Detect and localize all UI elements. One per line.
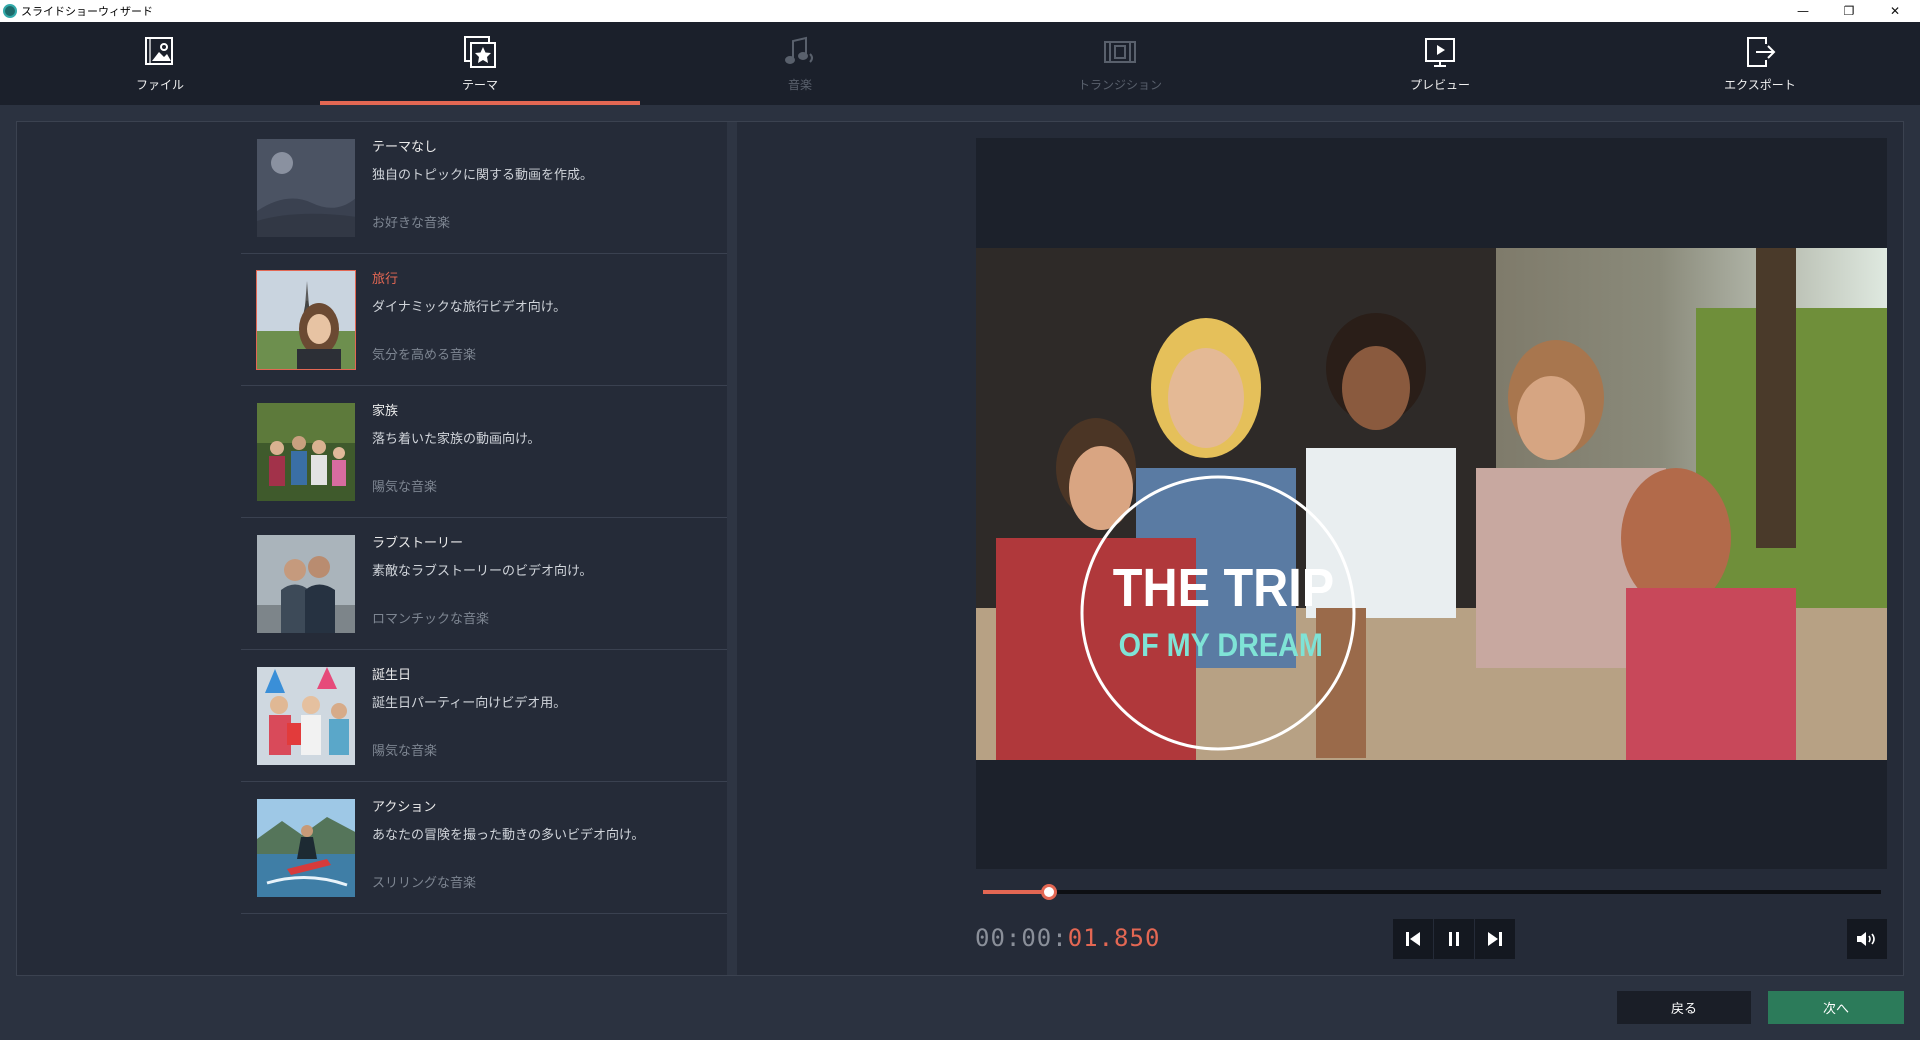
tab-export[interactable]: エクスポート [1600,22,1920,105]
tab-music[interactable]: 音楽 [640,22,960,105]
theme-thumbnail-birthday [256,666,356,766]
skip-back-button[interactable] [1393,919,1433,959]
theme-music: お好きな音楽 [372,216,451,231]
theme-title: 旅行 [372,272,399,287]
preview-title-line2: OF MY DREAM [1119,628,1323,664]
window-title: スライドショーウィザード [21,5,153,18]
theme-list: テーマなし 独自のトピックに関する動画を作成。 お好きな音楽 旅行 ダイナミック… [241,122,727,914]
theme-title: アクション [372,800,437,815]
tab-preview[interactable]: プレビュー [1280,22,1600,105]
theme-description: 落ち着いた家族の動画向け。 [372,432,541,447]
skip-forward-icon [1488,932,1502,946]
tab-file[interactable]: ファイル [0,22,320,105]
skip-back-icon [1406,932,1420,946]
theme-description: 独自のトピックに関する動画を作成。 [372,168,594,183]
app-logo-icon [3,4,17,18]
panel-divider [727,122,737,975]
theme-star-icon [460,32,500,72]
close-button[interactable]: ✕ [1872,0,1918,22]
music-note-icon [780,32,820,72]
theme-panel: テーマなし 独自のトピックに関する動画を作成。 お好きな音楽 旅行 ダイナミック… [17,122,727,975]
restore-button[interactable]: ❐ [1826,0,1872,22]
tab-preview-label: プレビュー [1409,78,1470,92]
progress-handle[interactable] [1041,884,1057,900]
pause-button[interactable] [1434,919,1474,959]
skip-forward-button[interactable] [1475,919,1515,959]
progress-fill [983,890,1049,894]
tab-file-label: ファイル [135,78,184,92]
wizard-step-nav: ファイル テーマ 音楽 トランジション プレビュー エクスポート [0,22,1920,105]
timecode-elapsed-prefix: 00:00: [975,924,1068,952]
minimize-button[interactable]: — [1780,0,1826,22]
tab-transition-label: トランジション [1077,78,1162,92]
theme-item-family[interactable]: 家族 落ち着いた家族の動画向け。 陽気な音楽 [241,386,727,518]
theme-item-none[interactable]: テーマなし 独自のトピックに関する動画を作成。 お好きな音楽 [241,122,727,254]
theme-description: 誕生日パーティー向けビデオ用。 [372,696,567,711]
theme-music: スリリングな音楽 [372,876,477,891]
theme-title: ラブストーリー [372,536,464,551]
theme-music: ロマンチックな音楽 [372,612,490,627]
tab-theme-label: テーマ [461,78,498,92]
timecode: 00:00:01.850 [975,924,1160,952]
back-button[interactable]: 戻る [1617,991,1751,1024]
theme-item-travel[interactable]: 旅行 ダイナミックな旅行ビデオ向け。 気分を高める音楽 [241,254,727,386]
theme-description: 素敵なラブストーリーのビデオ向け。 [372,564,593,579]
volume-button[interactable] [1847,919,1887,959]
theme-title: 家族 [372,404,399,419]
tab-music-label: 音楽 [787,78,812,92]
theme-music: 陽気な音楽 [372,744,438,759]
preview-title-line1: THE TRIP [1113,557,1334,618]
theme-item-birthday[interactable]: 誕生日 誕生日パーティー向けビデオ用。 陽気な音楽 [241,650,727,782]
next-button[interactable]: 次へ [1768,991,1904,1024]
theme-thumbnail-love-story [256,534,356,634]
theme-thumbnail-family [256,402,356,502]
tab-transition[interactable]: トランジション [960,22,1280,105]
theme-item-action[interactable]: アクション あなたの冒険を撮った動きの多いビデオ向け。 スリリングな音楽 [241,782,727,914]
preview-image: THE TRIP OF MY DREAM [976,248,1887,760]
theme-thumbnail-travel [256,270,356,370]
theme-thumbnail-action [256,798,356,898]
theme-music: 陽気な音楽 [372,480,438,495]
theme-item-love-story[interactable]: ラブストーリー 素敵なラブストーリーのビデオ向け。 ロマンチックな音楽 [241,518,727,650]
progress-track[interactable] [983,890,1881,894]
timecode-elapsed-value: 01.850 [1067,924,1161,952]
theme-description: あなたの冒険を撮った動きの多いビデオ向け。 [372,828,645,843]
export-icon [1740,32,1780,72]
theme-description: ダイナミックな旅行ビデオ向け。 [372,300,567,315]
pause-icon [1449,932,1459,946]
theme-thumbnail-none [256,138,356,238]
title-bar: スライドショーウィザード — ❐ ✕ [0,0,1920,22]
transition-icon [1100,32,1140,72]
theme-title: 誕生日 [372,668,412,683]
speaker-icon [1857,932,1875,946]
theme-title: テーマなし [372,140,438,155]
tab-theme[interactable]: テーマ [320,22,640,105]
tab-export-label: エクスポート [1724,78,1796,92]
file-image-icon [140,32,180,72]
preview-play-icon [1420,32,1460,72]
preview-area: THE TRIP OF MY DREAM [976,138,1887,869]
theme-music: 気分を高める音楽 [372,348,477,363]
